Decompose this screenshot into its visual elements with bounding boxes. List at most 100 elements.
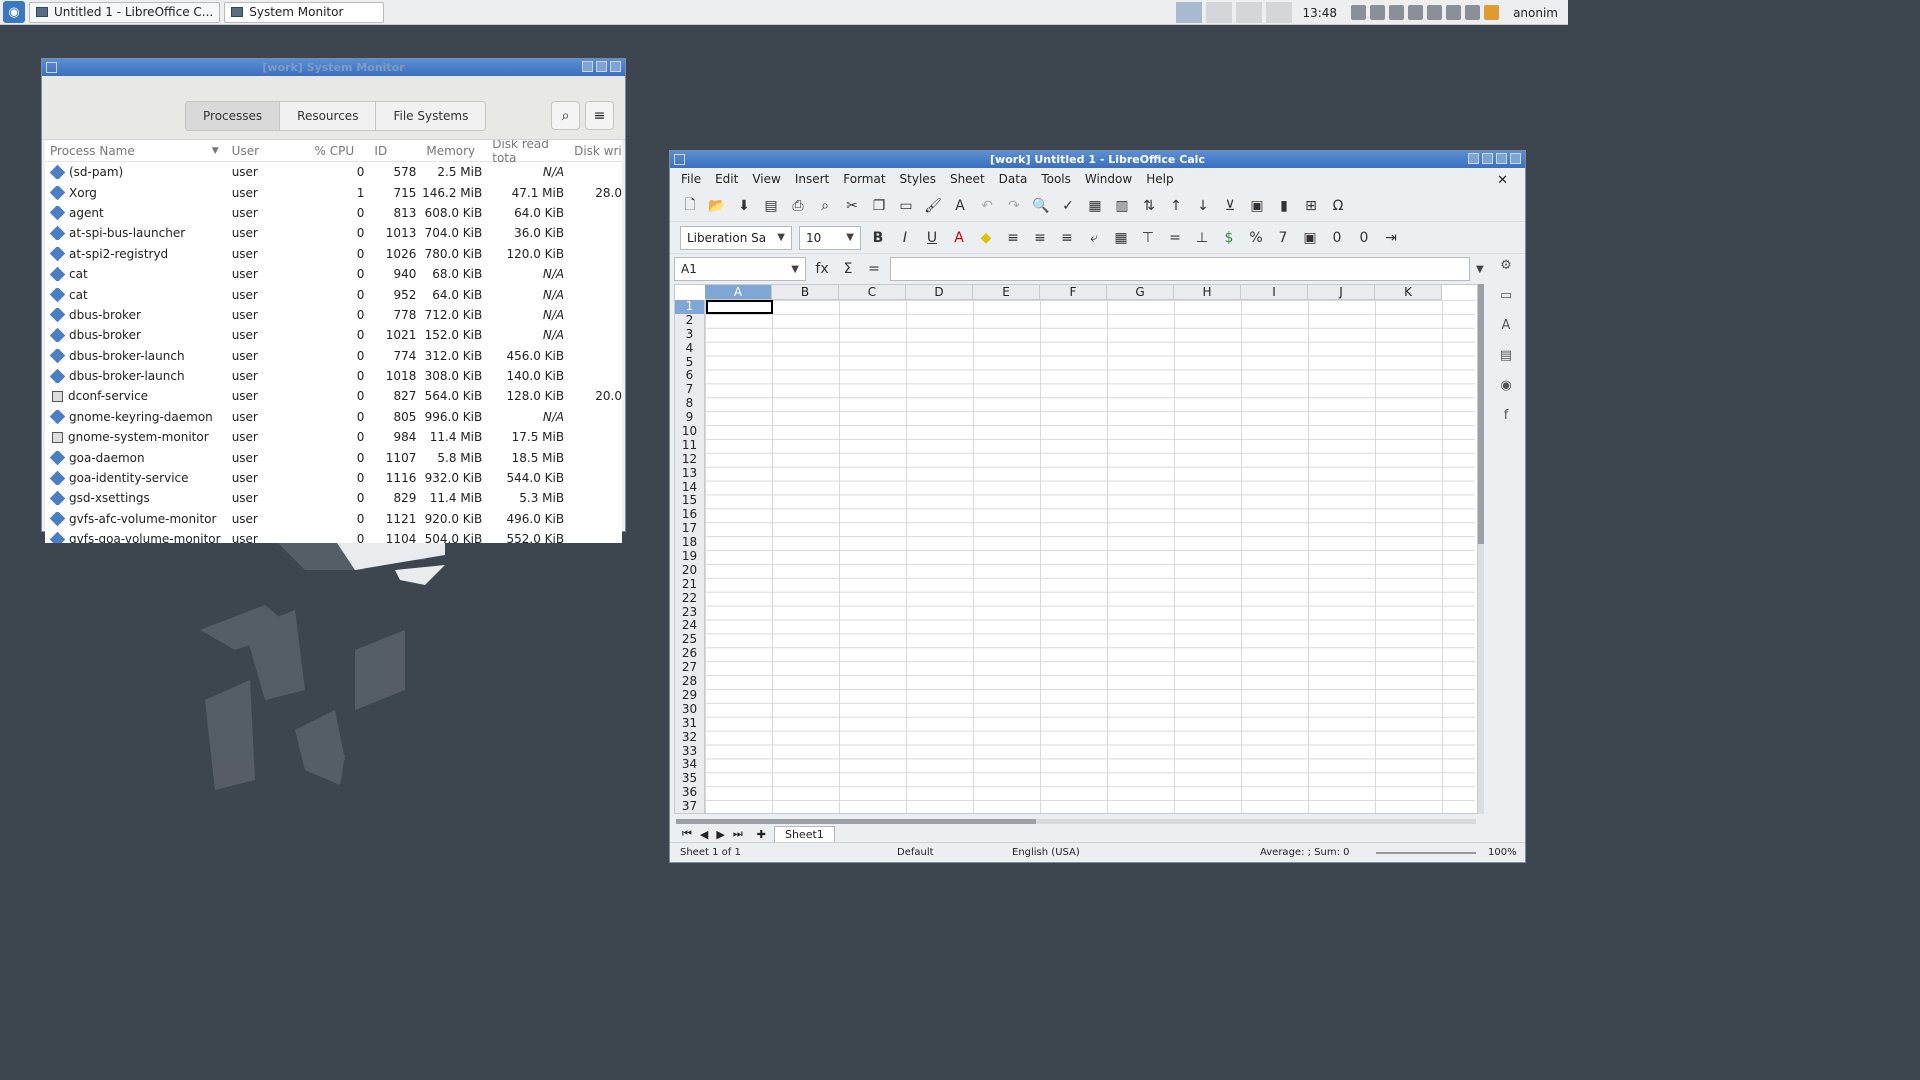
title-bar[interactable]: [work] Untitled 1 - LibreOffice Calc (670, 151, 1525, 168)
table-row[interactable]: dbus-broker-launch user 0 774 312.0 KiB 456.0… (45, 346, 622, 366)
merge-cells-icon[interactable]: ▦ (1111, 228, 1131, 248)
active-cell[interactable] (706, 300, 773, 314)
align-top-icon[interactable]: ⊤ (1138, 228, 1158, 248)
menu-styles[interactable]: Styles (893, 172, 943, 186)
sum-icon[interactable]: Σ (838, 259, 858, 279)
column-header-h[interactable]: H (1174, 285, 1241, 299)
percent-icon[interactable]: % (1246, 228, 1266, 248)
column-header-e[interactable]: E (973, 285, 1040, 299)
row-header[interactable]: 34 (675, 758, 704, 772)
search-button[interactable]: ⌕ (551, 101, 580, 130)
row-header[interactable]: 14 (675, 480, 704, 495)
menu-tools[interactable]: Tools (1034, 172, 1078, 186)
table-row[interactable]: goa-daemon user 0 1107 5.8 MiB 18.5 MiB (45, 447, 622, 467)
tab-processes[interactable]: Processes (186, 102, 281, 130)
row-header[interactable]: 19 (675, 550, 704, 564)
redo-icon[interactable]: ↷ (1004, 196, 1024, 216)
row-header[interactable]: 15 (675, 494, 704, 508)
row-header[interactable]: 31 (675, 716, 704, 731)
app-menu-button[interactable]: ◉ (3, 1, 25, 23)
column-icon[interactable]: ▥ (1112, 196, 1132, 216)
tab-resources[interactable]: Resources (280, 102, 377, 130)
column-header-j[interactable]: J (1308, 285, 1375, 299)
open-icon[interactable]: 📂 (707, 196, 727, 216)
function-wizard-icon[interactable]: fx (812, 259, 832, 279)
font-color-icon[interactable]: A (949, 228, 969, 248)
functions-icon[interactable]: f (1496, 408, 1516, 428)
row-header[interactable]: 5 (675, 355, 704, 370)
task-system-monitor[interactable]: System Monitor (224, 1, 385, 23)
vertical-scrollbar[interactable] (1478, 284, 1484, 814)
row-header[interactable]: 37 (675, 800, 704, 813)
row-header[interactable]: 16 (675, 508, 704, 522)
column-disk-write[interactable]: Disk writ (566, 144, 622, 158)
first-sheet-icon[interactable]: ⏮ (682, 827, 692, 841)
name-box[interactable]: A1 ▼ (674, 257, 806, 281)
tray-app-icon[interactable] (1465, 5, 1481, 20)
row-header[interactable]: 29 (675, 688, 704, 703)
column-header-f[interactable]: F (1040, 285, 1107, 299)
row-header[interactable]: 27 (675, 661, 704, 675)
row-header[interactable]: 10 (675, 425, 704, 439)
menu-insert[interactable]: Insert (788, 172, 836, 186)
window-menu-icon[interactable] (46, 62, 57, 73)
currency-icon[interactable]: $ (1219, 228, 1239, 248)
table-row[interactable]: gvfs-afc-volume-monitor user 0 1121 920.0 Ki… (45, 509, 622, 529)
sheet-tab[interactable]: Sheet1 (773, 825, 835, 843)
network-icon[interactable] (1370, 5, 1386, 20)
gallery-icon[interactable]: ▤ (1496, 348, 1516, 368)
font-name-box[interactable]: Liberation Sa ▼ (680, 225, 792, 250)
expand-formula-icon[interactable]: ▼ (1476, 264, 1484, 275)
row-header[interactable]: 1 (675, 300, 704, 314)
sort-descending-icon[interactable]: ↓ (1193, 196, 1213, 216)
formula-input[interactable] (890, 257, 1470, 281)
new-document-icon[interactable]: 🗋 (680, 196, 700, 216)
row-header[interactable]: 11 (675, 438, 704, 453)
pivot-table-icon[interactable]: ⊞ (1301, 196, 1321, 216)
properties-icon[interactable]: ⚙ (1496, 258, 1516, 278)
row-header[interactable]: 21 (675, 577, 704, 592)
last-sheet-icon[interactable]: ⏭ (733, 827, 743, 841)
close-document-icon[interactable]: ✕ (1490, 173, 1515, 188)
table-row[interactable]: cat user 0 952 64.0 KiB N/A (45, 284, 622, 304)
copy-icon[interactable]: ❐ (869, 196, 889, 216)
menu-button[interactable]: ≡ (585, 101, 614, 130)
table-row[interactable]: Xorg user 1 715 146.2 MiB 47.1 MiB 28.0 (45, 182, 622, 202)
undo-icon[interactable]: ↶ (977, 196, 997, 216)
page-style[interactable]: Default (897, 847, 934, 858)
menu-edit[interactable]: Edit (708, 172, 745, 186)
column-id[interactable]: ID (366, 144, 418, 158)
column-header-i[interactable]: I (1241, 285, 1308, 299)
tray-app-icon[interactable] (1427, 5, 1443, 20)
spreadsheet-grid[interactable]: ABCDEFGHIJK 1 2 3 4 5 6 7 8 9 10 11 12 13 14 15 16 17 18 1… (674, 284, 1478, 814)
clone-format-icon[interactable]: 🖌 (923, 196, 943, 216)
maximize-button[interactable] (1496, 153, 1507, 164)
row-header[interactable]: 7 (675, 383, 704, 397)
row-header[interactable]: 17 (675, 522, 704, 536)
menu-file[interactable]: File (674, 172, 708, 186)
row-header[interactable]: 9 (675, 411, 704, 425)
workspace-4[interactable] (1266, 2, 1293, 23)
align-middle-icon[interactable]: = (1165, 228, 1185, 248)
column-header-b[interactable]: B (772, 285, 839, 299)
autofilter-icon[interactable]: ⊻ (1220, 196, 1240, 216)
print-icon[interactable]: ⎙ (788, 196, 808, 216)
zoom-slider[interactable] (1376, 852, 1476, 854)
minimize-button[interactable] (582, 61, 593, 72)
row-header[interactable]: 26 (675, 647, 704, 661)
table-row[interactable]: at-spi2-registryd user 0 1026 780.0 KiB 120.0… (45, 244, 622, 264)
increase-indent-icon[interactable]: ⇥ (1381, 228, 1401, 248)
tab-file-systems[interactable]: File Systems (376, 102, 486, 130)
row-header[interactable]: 4 (675, 341, 704, 356)
prev-sheet-icon[interactable]: ◀ (700, 828, 708, 841)
row-header[interactable]: 25 (675, 633, 704, 647)
bold-icon[interactable]: B (868, 228, 888, 248)
close-button[interactable] (610, 61, 621, 72)
spelling-icon[interactable]: ✓ (1058, 196, 1078, 216)
font-size-box[interactable]: 10 ▼ (799, 225, 861, 250)
column-header-k[interactable]: K (1375, 285, 1442, 299)
align-right-icon[interactable]: ≡ (1057, 228, 1077, 248)
tray-app-icon[interactable] (1446, 5, 1462, 20)
date-format-icon[interactable]: ▣ (1300, 228, 1320, 248)
navigator-icon[interactable]: ◉ (1496, 378, 1516, 398)
